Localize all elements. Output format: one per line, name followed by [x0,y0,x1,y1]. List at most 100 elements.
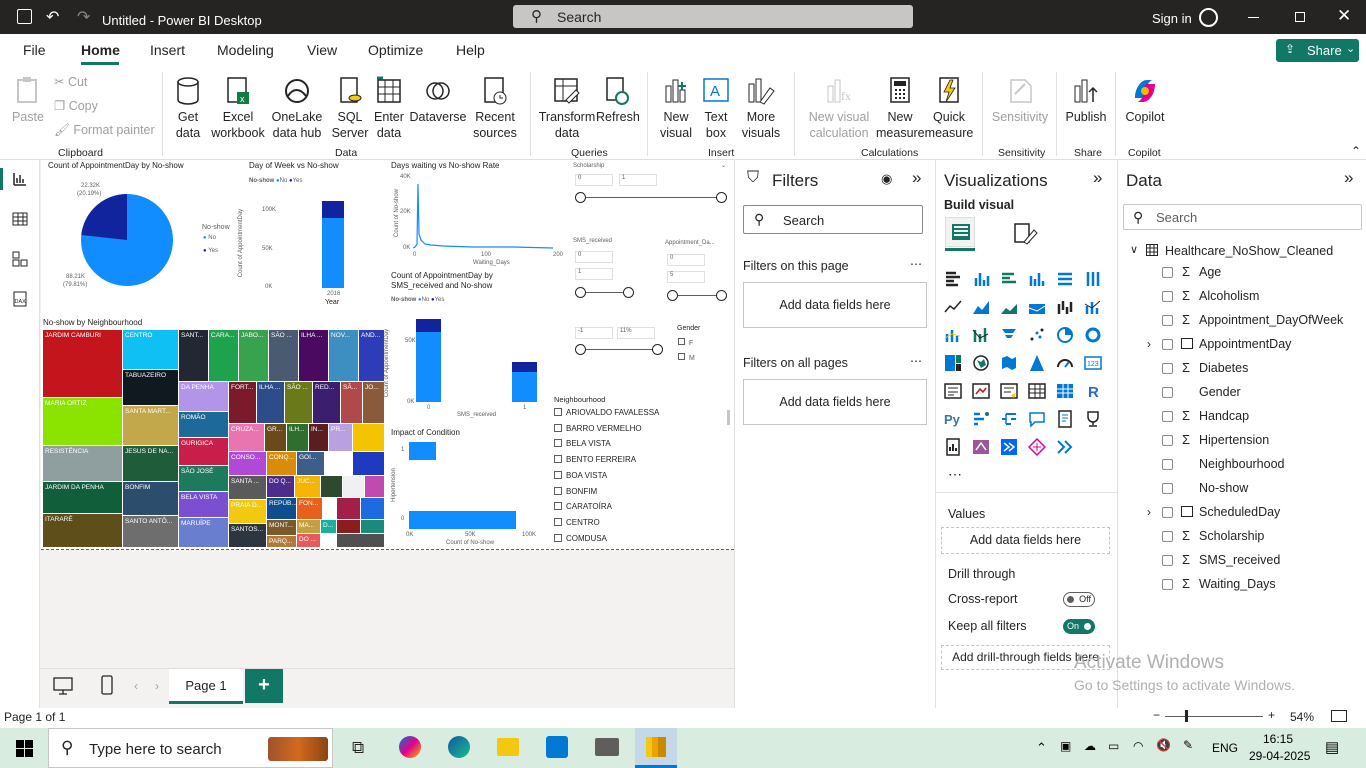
funnel-combo-visual-icon[interactable] [1084,298,1102,316]
decomposition-tree-visual-icon[interactable] [1000,410,1018,428]
treemap-cell[interactable]: DA PENHA [179,382,228,411]
checkbox[interactable] [554,455,562,464]
field-checkbox[interactable] [1162,339,1173,350]
keep-filters-toggle[interactable]: On [1063,619,1095,634]
field-row[interactable]: Σ Alcoholism [1118,288,1366,310]
data-search-input[interactable]: ⚲ Search [1123,204,1362,230]
neighbourhood-option[interactable]: BARRO VERMELHO [554,421,724,437]
map-visual-icon[interactable] [972,354,990,372]
meet-now-icon[interactable]: ▣ [1060,739,1071,753]
clock-date[interactable]: 29-04-2025 [1249,749,1310,763]
treemap-cell[interactable] [361,520,384,533]
menu-home[interactable]: Home [81,42,120,58]
treemap-cell[interactable]: ILHA ... [299,330,328,381]
paginated-visual-icon[interactable] [944,438,962,456]
sms-bar-1-no[interactable] [512,372,537,402]
treemap-cell[interactable] [337,534,384,547]
treemap-cell[interactable]: SÃO ... [285,382,312,423]
treemap-cell[interactable]: PRAIA D... [229,500,266,523]
dow-min-input[interactable]: 0 [667,254,705,266]
more-options-icon[interactable]: ⋯ [910,354,922,368]
pie-chart[interactable] [77,190,177,290]
treemap-cell[interactable]: FORT... [229,382,256,423]
r-visual-visual-icon[interactable]: R [1084,382,1102,400]
zoom-in-icon[interactable]: + [1268,708,1275,722]
scholarship-slider[interactable] [581,197,722,198]
treemap-cell[interactable]: MA... [297,520,320,533]
language-indicator[interactable]: ENG [1212,741,1238,755]
treemap-cell[interactable]: SANT... [179,330,208,381]
dataverse-button[interactable]: Dataverse [408,76,468,125]
treemap-cell[interactable]: MARUÍPE [179,518,228,547]
mobile-layout-icon[interactable] [101,675,113,695]
third-slider-handle-min[interactable] [575,344,586,355]
treemap-cell[interactable]: TABUAZEIRO [123,370,178,405]
minimize-icon[interactable] [1248,17,1259,18]
field-checkbox[interactable] [1162,315,1173,326]
fit-to-page-icon[interactable] [1331,710,1347,722]
goals-visual-icon[interactable] [1084,410,1102,428]
treemap-cell[interactable]: PR... [329,424,352,451]
third-slider[interactable] [581,349,659,350]
zoom-slider[interactable] [1165,716,1263,717]
line-column-visual-icon[interactable] [944,326,962,344]
treemap-cell[interactable]: BONFIM [123,482,178,515]
third-slider-handle-max[interactable] [652,344,663,355]
sms-slider-handle-max[interactable] [623,287,634,298]
treemap-cell[interactable]: JABO... [239,330,268,381]
next-page-icon[interactable]: › [155,679,159,693]
publish-button[interactable]: Publish [1064,76,1108,125]
neighbourhood-option[interactable]: BONFIM [554,484,724,500]
treemap[interactable]: JARDIM CAMBURI CENTRO SANT... CARA... JABO..… [43,330,385,548]
treemap-cell[interactable]: AND... [359,330,384,381]
line-stacked-visual-icon[interactable] [972,326,990,344]
task-view-icon[interactable]: ⧉ [352,738,364,758]
treemap-cell[interactable]: CONQ... [267,452,296,475]
neighbourhood-option[interactable]: BELA VISTA [554,436,724,452]
add-page-button[interactable]: + [245,669,283,703]
values-dropzone[interactable]: Add data fields here [941,527,1110,554]
field-row[interactable]: Σ Age [1118,264,1366,286]
field-row[interactable]: › ScheduledDay [1118,504,1366,526]
treemap-cell[interactable]: FON... [297,498,322,519]
sql-server-button[interactable]: SQL Server [330,76,370,141]
save-icon[interactable] [17,9,32,24]
mail-icon[interactable] [595,738,619,756]
table-name[interactable]: Healthcare_NoShow_Cleaned [1165,244,1333,258]
treemap-cell[interactable]: GR... [265,424,286,451]
donut-visual-icon[interactable] [1084,326,1102,344]
chevron-right-icon[interactable]: › [1147,337,1151,351]
treemap-cell[interactable]: DO Q... [267,476,294,497]
menu-modeling[interactable]: Modeling [217,42,274,58]
matrix-visual-icon[interactable] [1056,382,1074,400]
scholarship-slider-handle-min[interactable] [575,192,586,203]
new-measure-button[interactable]: New measure [876,76,925,141]
treemap-cell[interactable] [321,476,342,497]
checkbox[interactable] [554,408,562,416]
field-row[interactable]: Σ SMS_received [1118,552,1366,574]
treemap-cell[interactable]: NOV... [329,330,358,381]
more-options-icon[interactable]: ⋯ [910,257,922,271]
sms-slider[interactable] [581,292,629,293]
field-row[interactable]: Gender [1118,384,1366,406]
treemap-cell[interactable] [337,498,360,519]
waterfall-visual-icon[interactable] [1056,298,1074,316]
sms-bar-0-no[interactable] [416,332,441,402]
menu-optimize[interactable]: Optimize [368,42,423,58]
wait-line-chart[interactable] [413,174,563,250]
slicer-visual-icon[interactable] [1000,382,1018,400]
sms-slider-handle-min[interactable] [575,287,586,298]
neighbourhood-scrollbar[interactable] [727,410,730,425]
field-checkbox[interactable] [1162,579,1173,590]
collapse-data-icon[interactable]: » [1344,168,1353,188]
treemap-cell[interactable]: SANTA MART... [123,406,178,445]
menu-insert[interactable]: Insert [150,42,185,58]
slicer-menu-icon[interactable]: ⌄ [721,162,726,169]
sms-bar-1-yes[interactable] [512,362,537,372]
neighbourhood-option[interactable]: ARIOVALDO FAVALESSA [554,405,724,421]
checkbox[interactable] [554,423,562,432]
treemap-cell[interactable]: JARDIM CAMBURI [43,330,122,397]
treemap-cell[interactable]: GURIGICA [179,438,228,465]
dow-slider-handle-min[interactable] [667,290,678,301]
treemap-cell[interactable]: RESISTÊNCIA [43,446,122,481]
